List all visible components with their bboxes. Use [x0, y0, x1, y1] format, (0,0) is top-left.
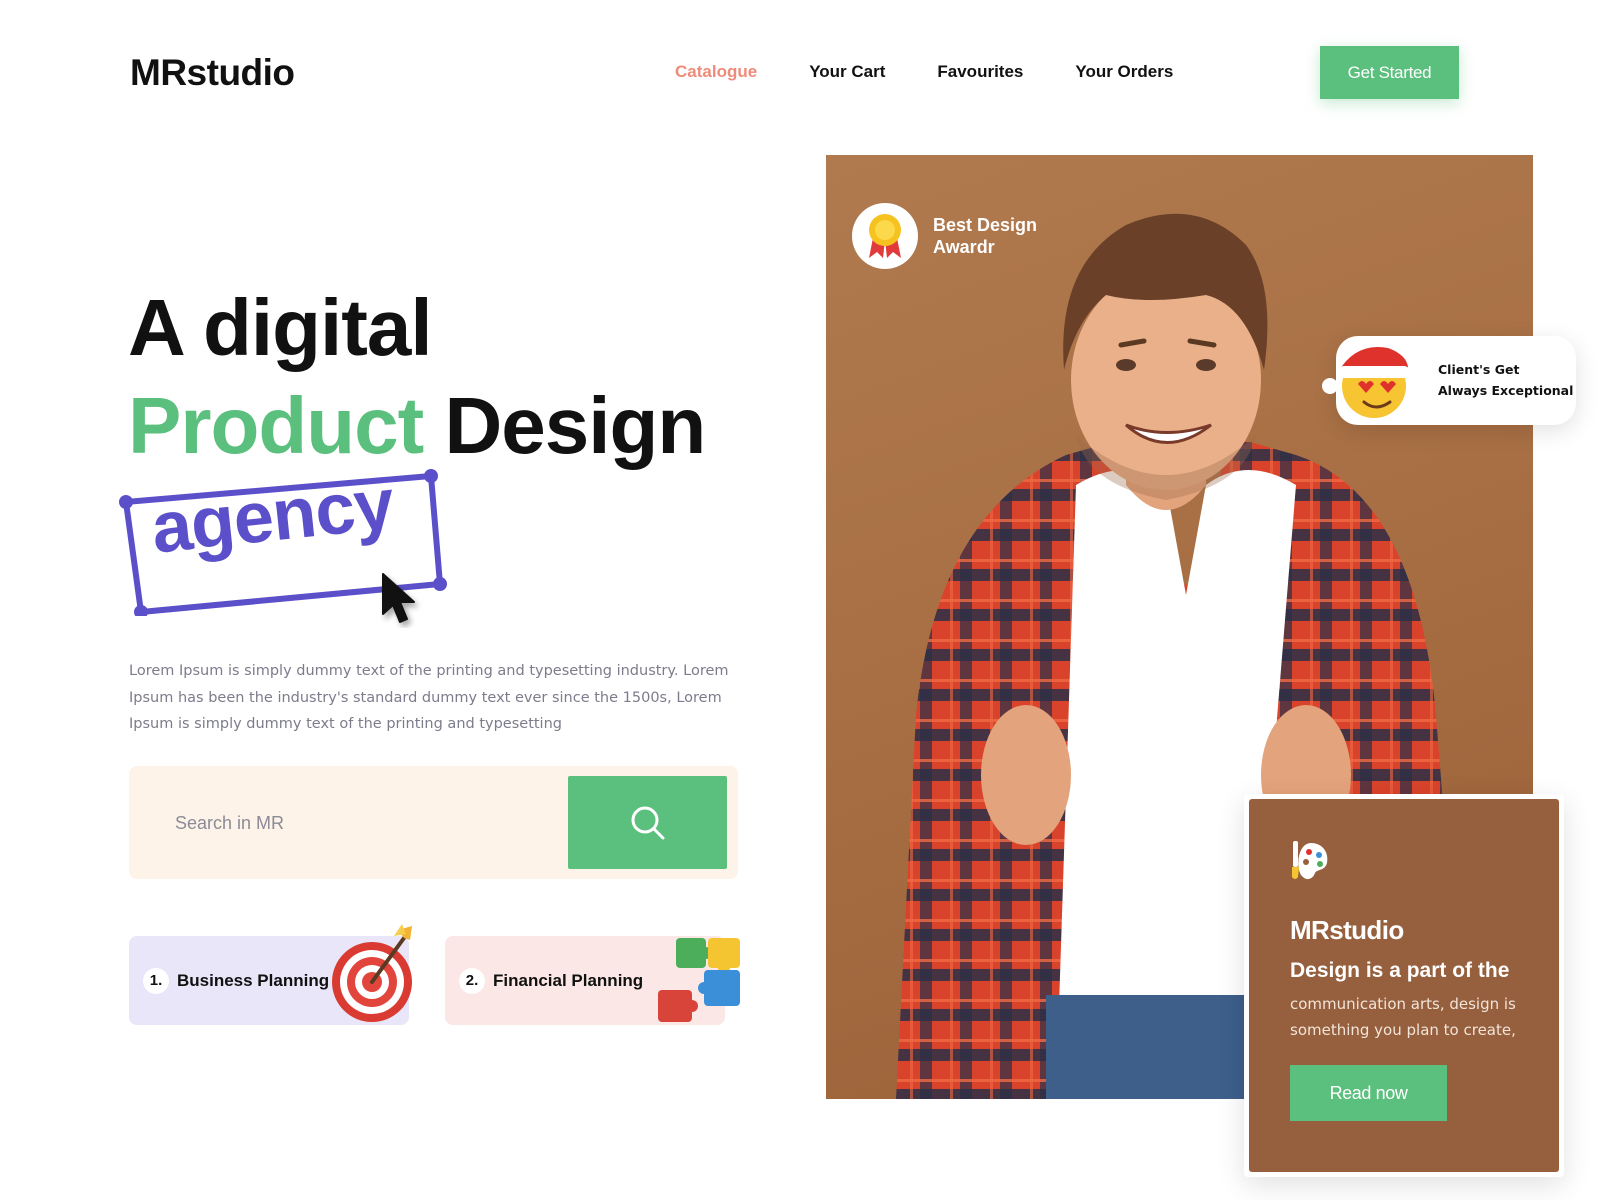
hero-title-design: Design [423, 381, 706, 470]
info-card-body: MRstudio Design is a part of the communi… [1249, 799, 1559, 1172]
info-card-description: communication arts, design is something … [1290, 995, 1516, 1039]
hero-description: Lorem Ipsum is simply dummy text of the … [129, 663, 729, 732]
hero-title-line-2: Product Design [128, 386, 706, 466]
award-label: Best Design Awardr [933, 215, 1038, 257]
main-nav: Catalogue Your Cart Favourites Your Orde… [675, 62, 1225, 82]
cursor-icon [382, 573, 415, 623]
card-number: 1. [143, 967, 169, 994]
get-started-button[interactable]: Get Started [1320, 46, 1459, 99]
nav-item-your-cart[interactable]: Your Cart [809, 62, 885, 82]
client-badge: Client's Get Always Exceptional [1322, 336, 1576, 425]
search-icon [631, 806, 664, 839]
search-bar [129, 766, 738, 879]
santa-emoji-icon [1322, 347, 1410, 418]
financial-planning-card[interactable]: 2. Financial Planning [445, 936, 740, 1025]
nav-item-your-orders[interactable]: Your Orders [1075, 62, 1173, 82]
card-label: Financial Planning [493, 970, 644, 990]
client-badge-line-1: Client's Get [1438, 362, 1520, 377]
hero-title-line-1: A digital [128, 283, 433, 372]
palette-icon [1292, 841, 1328, 880]
search-button[interactable] [568, 776, 727, 869]
info-card-title: Design is a part of the [1290, 959, 1510, 982]
client-badge-text: Client's Get Always Exceptional [1438, 359, 1573, 401]
card-number: 2. [459, 967, 485, 994]
target-icon [332, 924, 412, 1022]
client-badge-line-2: Always Exceptional [1438, 383, 1574, 398]
puzzle-icon [658, 938, 740, 1022]
award-circle [852, 203, 918, 269]
card-label: Business Planning [177, 970, 330, 990]
nav-item-favourites[interactable]: Favourites [937, 62, 1023, 82]
brand-logo[interactable]: MRstudio [130, 52, 295, 94]
hero-title-highlight-green: Product [128, 381, 424, 470]
search-input[interactable] [175, 806, 535, 840]
info-card-brand: MRstudio [1290, 915, 1404, 945]
nav-item-catalogue[interactable]: Catalogue [675, 62, 757, 82]
medal-icon [869, 214, 901, 258]
read-now-button[interactable]: Read now [1290, 1065, 1447, 1121]
info-card: MRstudio Design is a part of the communi… [1244, 794, 1564, 1177]
agency-highlight: agency [118, 464, 458, 623]
award-badge: Best Design Awardr [852, 203, 1063, 269]
business-planning-card[interactable]: 1. Business Planning [129, 924, 412, 1025]
